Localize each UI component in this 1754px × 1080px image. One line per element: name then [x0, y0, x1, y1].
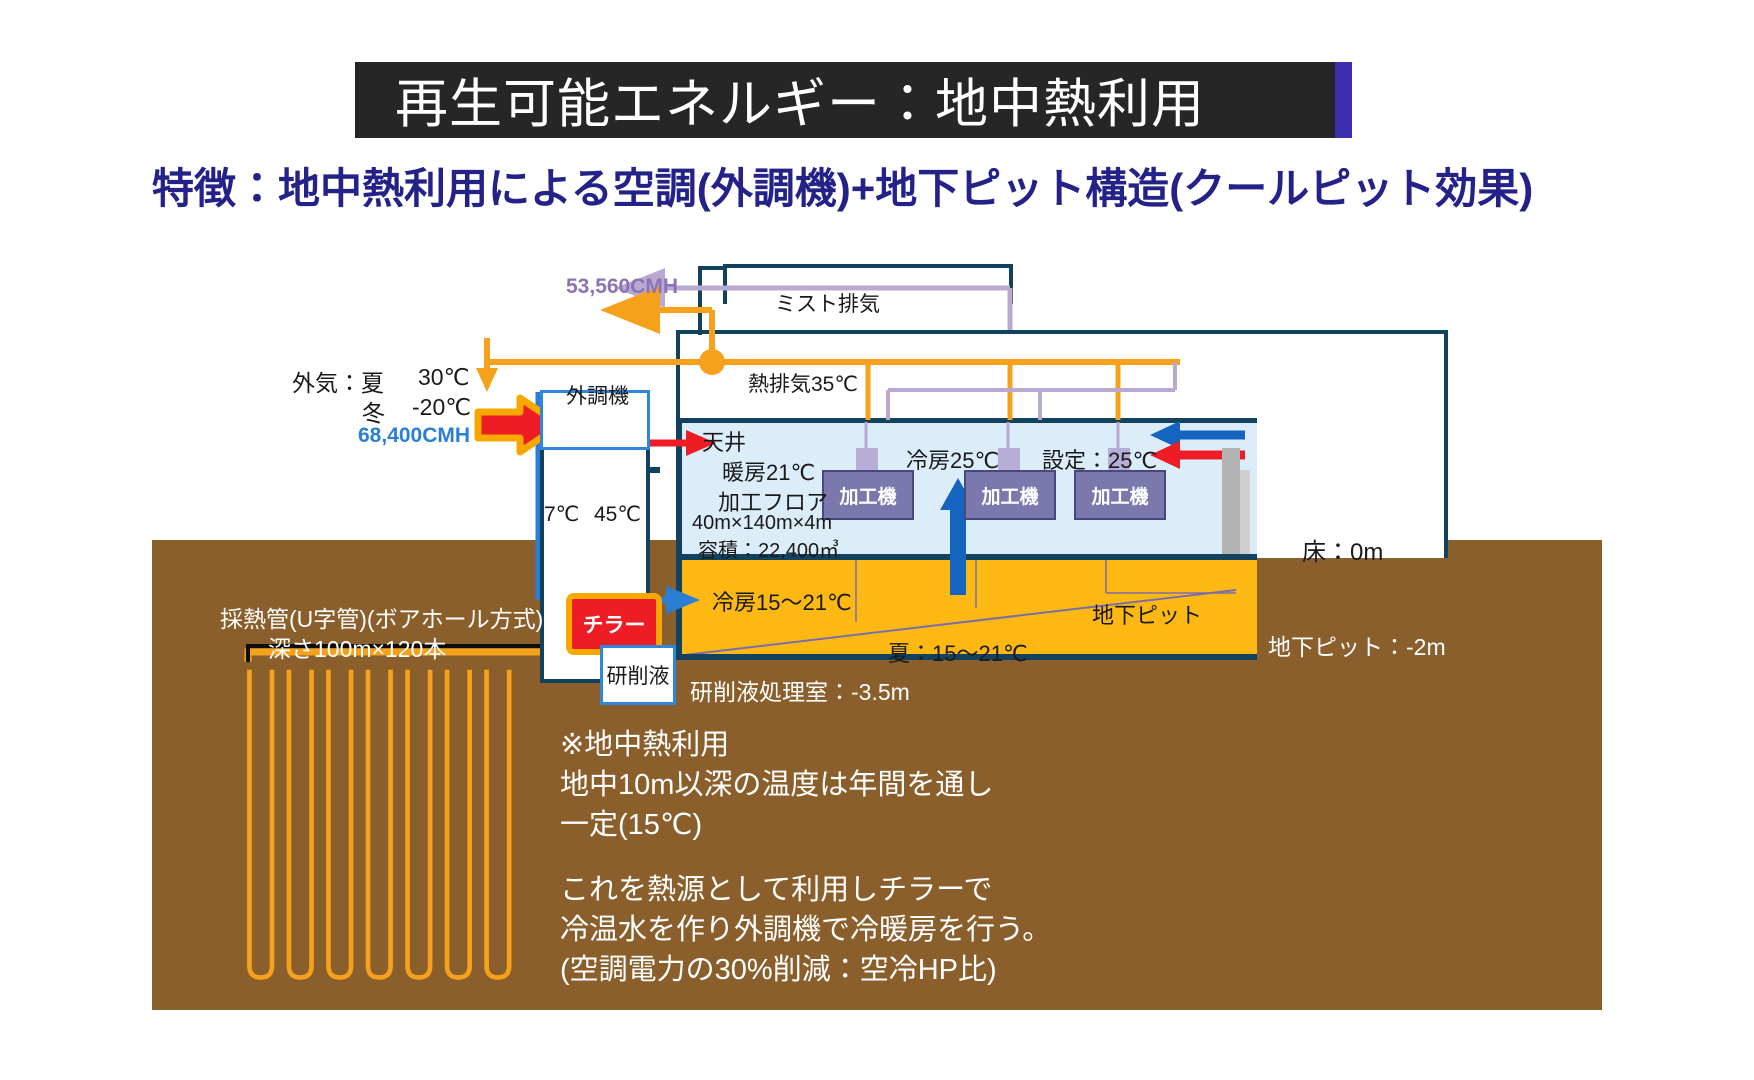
machine-2: 加工機 [964, 470, 1056, 520]
chiller-benefit-note: これを熱源として利用しチラーで 冷温水を作り外調機で冷暖房を行う。 (空調電力の… [560, 874, 1052, 986]
pit-cooling-label: 冷房15〜21℃ [712, 590, 852, 615]
machine-hood-1 [856, 448, 878, 470]
floor-volume-label: 容積：22,400㎥ [698, 540, 840, 562]
pit-label: 地下ピット [1092, 603, 1203, 628]
outside-air-summer-label: 外気：夏 [292, 370, 384, 396]
heating-label: 暖房21℃ [722, 460, 816, 485]
floor-level-label: 床：0m [1302, 539, 1384, 566]
hot-exhaust-label: 熱排気35℃ [748, 373, 858, 396]
machine-hood-2 [998, 448, 1020, 470]
ahu-label: 外調機 [566, 385, 629, 408]
outside-air-winter-label: 冬 [362, 400, 385, 426]
outside-air-winter-value: -20℃ [412, 394, 472, 420]
borehole-spec-label: 深さ100m×120本 [268, 636, 447, 662]
right-column-shadow [1240, 470, 1250, 554]
borehole-title-label: 採熱管(U字管)(ボアホール方式) [220, 606, 544, 632]
pit-summer-temp-label: 夏：15〜21℃ [888, 641, 1028, 666]
exhaust-flow-label: 53,560CMH [566, 275, 679, 298]
chiller-hot-temp: 45℃ [594, 503, 641, 526]
cooling-room-label: 冷房25℃ [906, 448, 1000, 473]
outside-air-summer-value: 30℃ [418, 364, 470, 390]
setpoint-label: 設定：25℃ [1042, 448, 1158, 473]
machine-3: 加工機 [1074, 470, 1166, 520]
chiller-cold-temp: 7℃ [544, 503, 580, 526]
intake-flow-label: 68,400CMH [358, 424, 471, 447]
floor-dims-label: 40m×140m×4m [692, 512, 833, 534]
mist-exhaust-label: ミスト排気 [775, 293, 880, 316]
geothermal-note: ※地中熱利用 地中10m以深の温度は年間を通し 一定(15℃) [560, 729, 994, 841]
grinding-fluid-tank: 研削液 [600, 645, 676, 705]
machine-1: 加工機 [822, 470, 914, 520]
grinding-room-label: 研削液処理室：-3.5m [690, 679, 910, 705]
pit-level-label: 地下ピット：-2m [1268, 634, 1446, 660]
right-column [1222, 448, 1240, 554]
ceiling-label: 天井 [702, 430, 747, 455]
